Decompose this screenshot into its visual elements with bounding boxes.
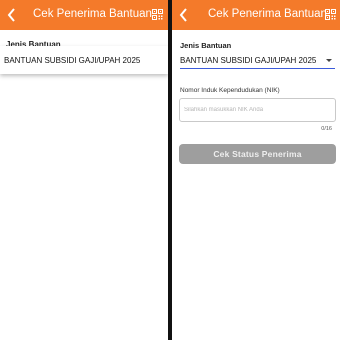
page-title: Cek Penerima Bantuan	[208, 8, 327, 20]
right-screen: Cek Penerima Bantuan Jenis Bantuan BANTU…	[172, 0, 340, 340]
app-bar: Cek Penerima Bantuan	[172, 0, 340, 30]
jenis-bantuan-value: BANTUAN SUBSIDI GAJI/UPAH 2025	[180, 56, 317, 65]
left-screen: Cek Penerima Bantuan Jenis Bantuan BANTU…	[0, 0, 168, 340]
dropdown-caret-icon	[326, 59, 332, 62]
page-title: Cek Penerima Bantuan	[33, 8, 152, 20]
back-arrow-icon[interactable]	[178, 7, 190, 23]
nik-label: Nomor Induk Kependudukan (NIK)	[180, 87, 280, 94]
cek-status-button[interactable]: Cek Status Penerima	[179, 144, 336, 164]
dropdown-option-bsu[interactable]: BANTUAN SUBSIDI GAJI/UPAH 2025	[0, 47, 168, 73]
app-bar: Cek Penerima Bantuan	[0, 0, 168, 30]
jenis-bantuan-select[interactable]: BANTUAN SUBSIDI GAJI/UPAH 2025	[180, 53, 335, 69]
qr-code-icon[interactable]	[325, 9, 336, 20]
nik-input[interactable]	[179, 98, 336, 122]
jenis-bantuan-label: Jenis Bantuan	[180, 41, 232, 50]
back-arrow-icon[interactable]	[6, 7, 18, 23]
qr-code-icon[interactable]	[152, 9, 163, 20]
nik-char-counter: 0/16	[321, 126, 332, 132]
form-body: Jenis Bantuan BANTUAN SUBSIDI GAJI/UPAH …	[0, 30, 168, 340]
